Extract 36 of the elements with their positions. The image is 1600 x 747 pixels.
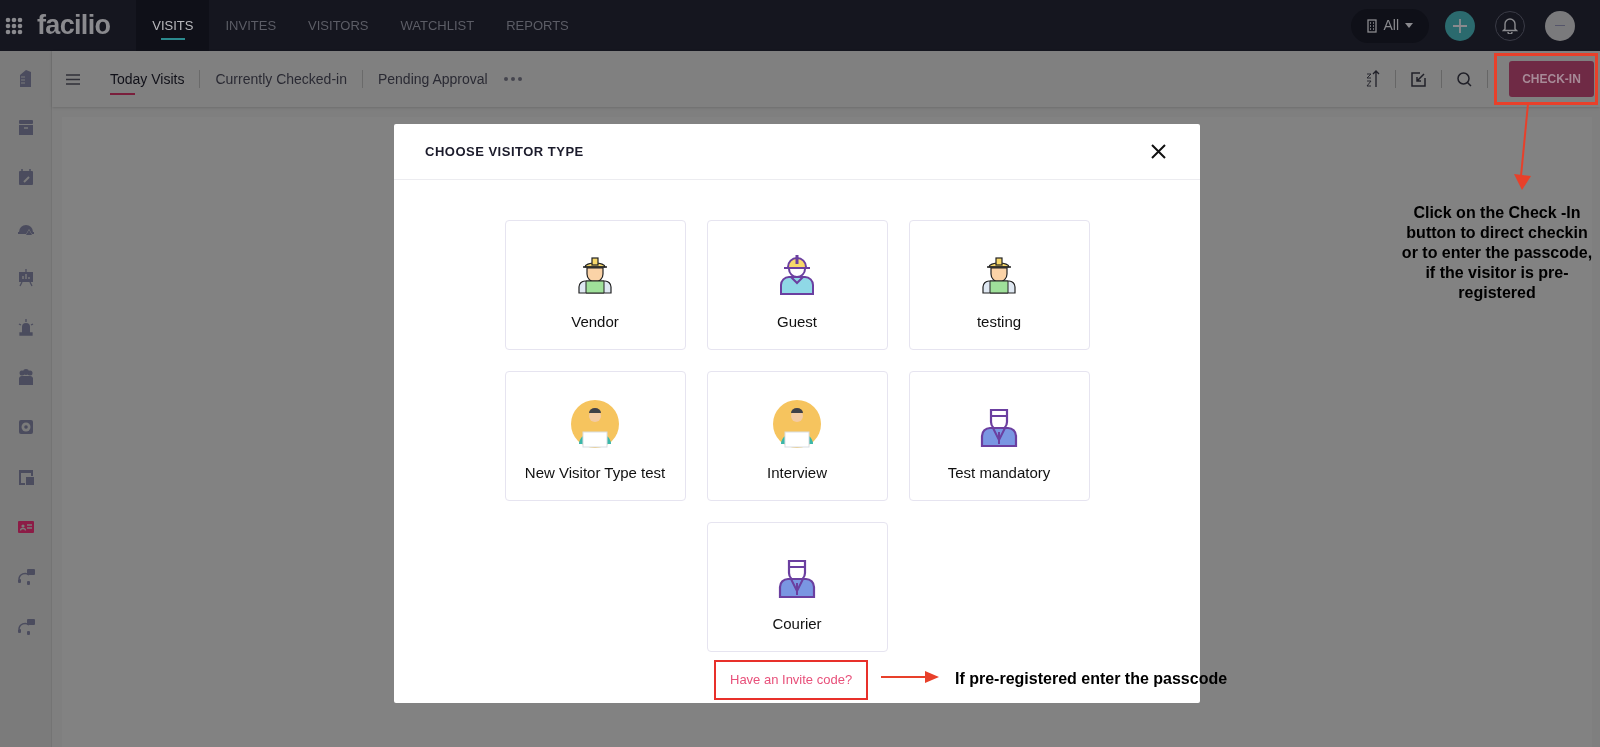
check-in-button[interactable]: CHECK-IN	[1509, 61, 1594, 97]
visitor-type-card[interactable]: Test mandatory	[908, 371, 1090, 501]
nav-tab[interactable]: INVITES	[209, 0, 293, 51]
view-tab[interactable]: Today Visits	[110, 51, 185, 107]
nav-tab[interactable]: VISITS	[136, 0, 210, 51]
visitor-type-card[interactable]: New Visitor Type test	[504, 371, 686, 501]
menu-icon[interactable]	[66, 73, 80, 85]
user-avatar[interactable]	[1545, 10, 1575, 41]
building-icon	[1367, 18, 1378, 33]
modal-title: CHOOSE VISITOR TYPE	[425, 142, 584, 161]
annotation-text: Click on the Check -In button to direct checkin or to enter the passcode, if the visitor is pre-registered	[1400, 203, 1594, 303]
close-icon[interactable]	[1151, 144, 1166, 159]
caret-icon	[1405, 23, 1413, 28]
bell-icon	[1502, 17, 1518, 34]
app-grid-icon[interactable]	[5, 16, 23, 35]
more-icon[interactable]	[503, 77, 522, 81]
import-icon[interactable]	[1411, 71, 1426, 87]
view-tab[interactable]: Pending Approval	[377, 51, 488, 107]
annotation-text: If pre-registered enter the passcode	[955, 669, 1228, 689]
search-icon[interactable]	[1457, 71, 1472, 87]
visitor-type-card[interactable]: Vendor	[504, 220, 686, 350]
logo-text: facilio	[37, 9, 111, 43]
site-filter[interactable]: All	[1351, 8, 1429, 43]
headset-icon[interactable]	[15, 617, 36, 637]
visitor-type-card[interactable]: Courier	[706, 522, 888, 652]
plus-icon	[1453, 18, 1467, 33]
headset-icon[interactable]	[15, 567, 36, 587]
visitor-type-card[interactable]: Interview	[706, 371, 888, 501]
nav-tab[interactable]: VISITORS	[292, 0, 385, 51]
annotation-arrow	[881, 670, 939, 684]
sort-icon[interactable]	[1366, 69, 1380, 89]
view-tab[interactable]: Currently Checked-in	[215, 51, 347, 107]
visitor-type-card[interactable]: testing	[908, 220, 1090, 350]
add-button[interactable]	[1445, 10, 1475, 41]
invite-code-link[interactable]: Have an Invite code?	[714, 660, 869, 700]
visitor-type-card[interactable]: Guest	[706, 220, 888, 350]
